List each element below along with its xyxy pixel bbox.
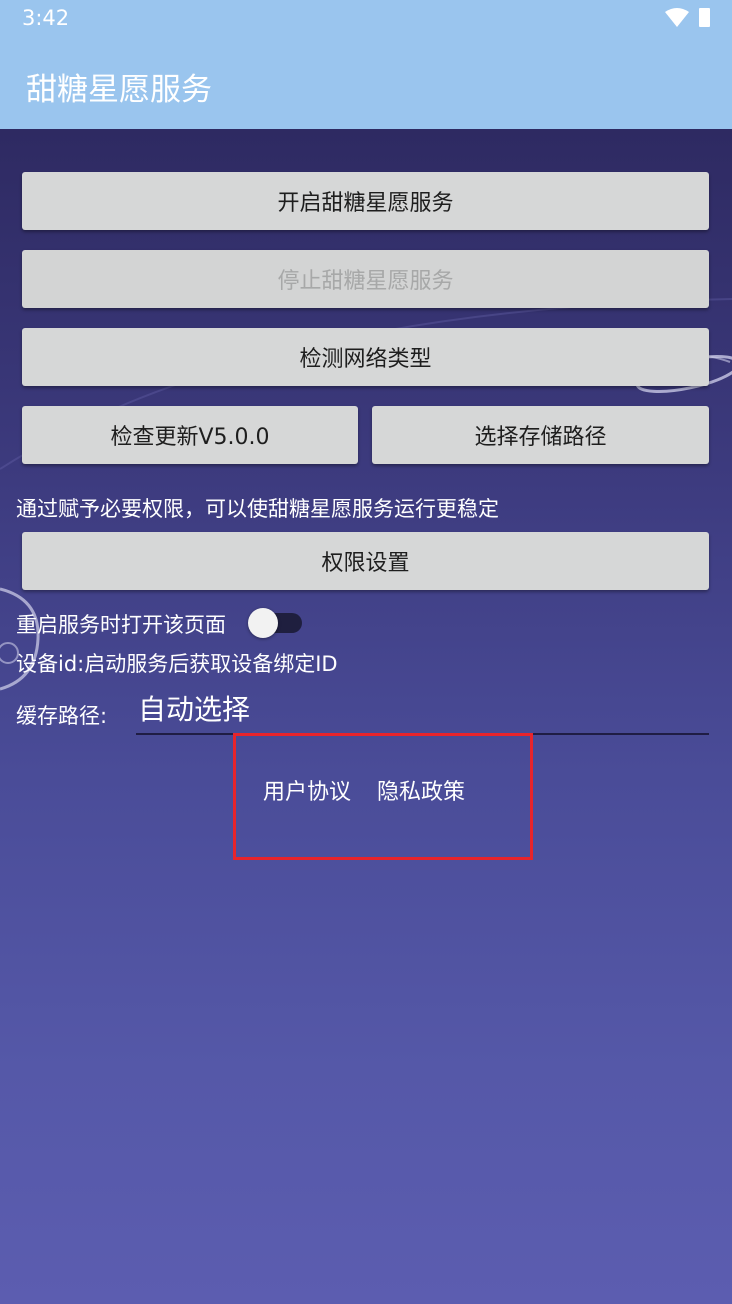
app-title: 甜糖星愿服务 <box>26 72 212 108</box>
privacy-policy-link[interactable]: 隐私政策 <box>377 774 465 806</box>
permission-tip: 通过赋予必要权限，可以使甜糖星愿服务运行更稳定 <box>16 497 499 521</box>
wifi-icon <box>665 8 689 27</box>
planet-decoration <box>0 587 40 691</box>
main-content: 开启甜糖星愿服务 停止甜糖星愿服务 检测网络类型 检查更新V5.0.0 选择存储… <box>0 129 732 1304</box>
permission-settings-button[interactable]: 权限设置 <box>22 532 709 590</box>
cache-path-input[interactable] <box>136 687 709 735</box>
device-id-text: 设备id:启动服务后获取设备绑定ID <box>16 652 338 676</box>
status-time: 3:42 <box>22 6 70 30</box>
choose-storage-button[interactable]: 选择存储路径 <box>372 406 709 464</box>
start-service-button[interactable]: 开启甜糖星愿服务 <box>22 172 709 230</box>
reopen-page-switch[interactable] <box>248 608 302 638</box>
user-agreement-link[interactable]: 用户协议 <box>263 774 351 806</box>
check-network-button[interactable]: 检测网络类型 <box>22 328 709 386</box>
stop-service-button[interactable]: 停止甜糖星愿服务 <box>22 250 709 308</box>
cache-path-label: 缓存路径: <box>16 704 108 728</box>
reopen-page-label: 重启服务时打开该页面 <box>16 613 226 637</box>
switch-thumb <box>248 608 278 638</box>
app-bar: 3:42 甜糖星愿服务 <box>0 0 732 129</box>
status-icons <box>665 8 710 27</box>
battery-icon <box>699 8 710 27</box>
check-update-button[interactable]: 检查更新V5.0.0 <box>22 406 358 464</box>
